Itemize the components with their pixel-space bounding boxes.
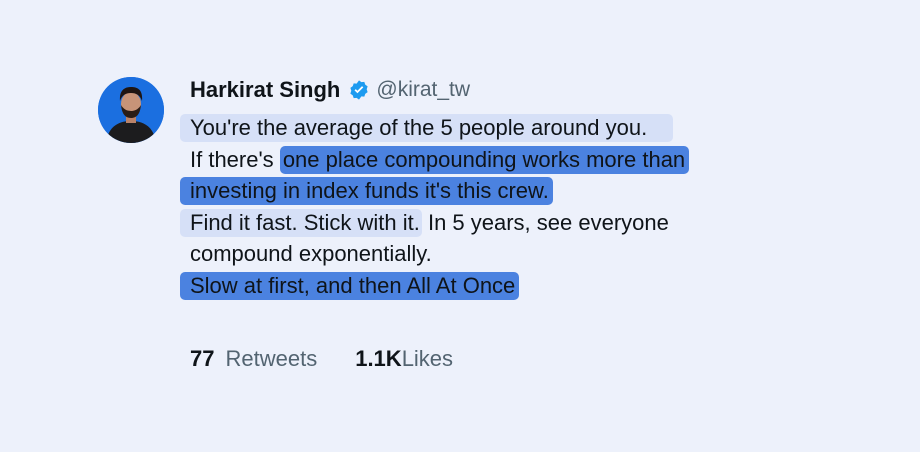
selected-text: investing in index funds it's this crew. [180,177,553,205]
tweet-line-5: compound exponentially. [180,238,780,270]
retweets-count: 77 [190,346,215,371]
retweets-label: Retweets [225,346,318,371]
plain-text: compound exponentially. [190,241,432,266]
highlighted-text: Find it fast. Stick with it. [180,208,422,237]
likes-count: 1.1K [355,346,402,371]
likes-stat[interactable]: 1.1KLikes [355,346,453,372]
tweet-text: You're the average of the 5 people aroun… [180,112,780,301]
tweet-line-3: investing in index funds it's this crew. [180,175,780,207]
plain-text: If there's [190,146,274,172]
tweet-line-2: If there's one place compounding works m… [180,144,780,176]
tweet-line-4: Find it fast. Stick with it. In 5 years,… [180,207,780,239]
avatar[interactable] [98,77,164,143]
highlighted-text: You're the average of the 5 people aroun… [180,114,674,142]
verified-badge-icon [350,80,368,100]
tweet-card: Harkirat Singh @kirat_tw You're the aver… [0,0,920,452]
author-name[interactable]: Harkirat Singh [190,77,340,103]
selected-text: one place compounding works more than [279,145,690,174]
selected-text: Slow at first, and then All At Once [180,271,520,300]
tweet-line-6: Slow at first, and then All At Once [180,270,780,302]
author-handle[interactable]: @kirat_tw [376,78,470,102]
plain-text: In 5 years, see everyone [421,209,669,235]
retweets-stat[interactable]: 77 Retweets [190,346,317,372]
avatar-photo-icon [98,77,164,143]
tweet-stats: 77 Retweets 1.1KLikes [190,346,453,372]
likes-label: Likes [401,346,454,371]
tweet-line-1: You're the average of the 5 people aroun… [180,112,780,144]
tweet-header: Harkirat Singh @kirat_tw [190,76,470,104]
